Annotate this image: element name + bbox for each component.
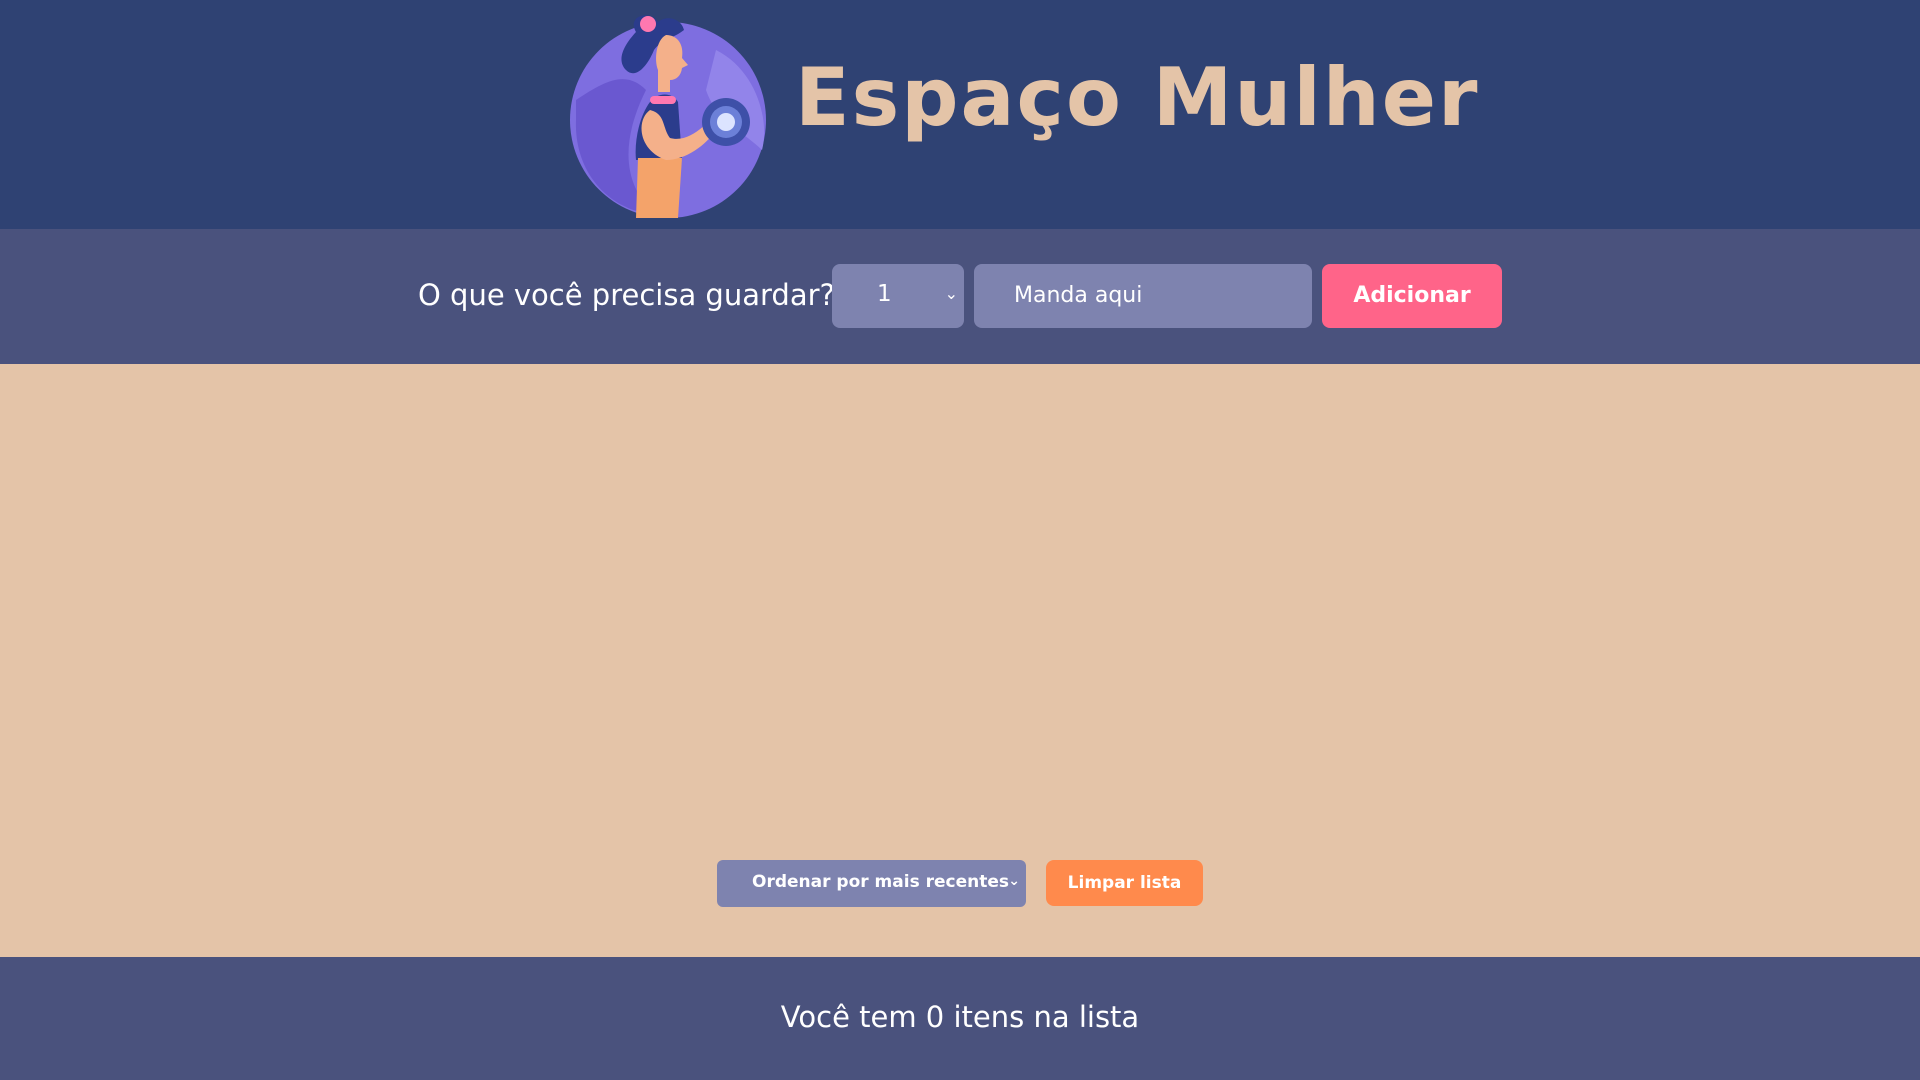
form-label: O que você precisa guardar? [418, 278, 835, 312]
clear-list-button[interactable]: Limpar lista [1046, 860, 1203, 906]
item-input[interactable]: Manda aqui [974, 264, 1312, 328]
sort-select[interactable]: Ordenar por mais recentes ⌄ [717, 860, 1026, 907]
quantity-select[interactable]: 1 ⌄ [832, 264, 964, 328]
add-button[interactable]: Adicionar [1322, 264, 1502, 328]
header: Espaço Mulher [0, 0, 1920, 229]
woman-lifting-dumbbell-icon [570, 15, 766, 218]
chevron-down-icon: ⌄ [944, 284, 958, 303]
quantity-value: 1 [877, 281, 892, 307]
brand-title: Espaço Mulher [795, 51, 1480, 144]
chevron-down-icon: ⌄ [1008, 873, 1020, 889]
item-count-text: Você tem 0 itens na lista [780, 1000, 1140, 1034]
sort-value: Ordenar por mais recentes [752, 872, 1010, 892]
